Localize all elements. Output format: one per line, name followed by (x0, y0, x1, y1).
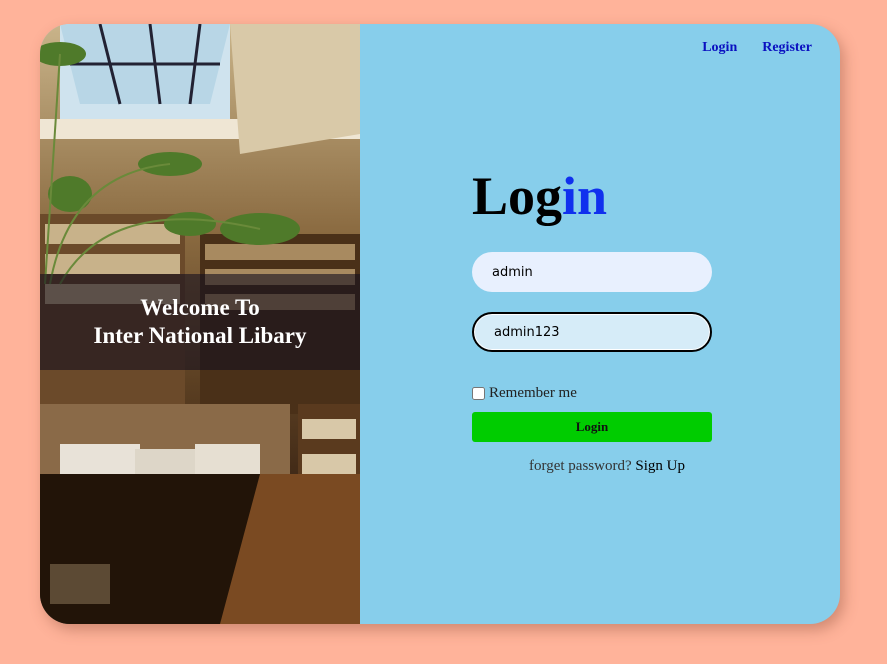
page-title: Login (472, 166, 607, 226)
sign-up-link[interactable]: Sign Up (635, 458, 685, 474)
remember-checkbox[interactable] (472, 387, 485, 400)
nav-register-link[interactable]: Register (762, 40, 812, 56)
title-part-black: Log (472, 166, 563, 226)
login-button[interactable]: Login (472, 412, 712, 442)
footer-links: forget password? Sign Up (529, 458, 685, 475)
remember-me[interactable]: Remember me (472, 385, 577, 402)
top-nav: Login Register (702, 40, 812, 56)
welcome-line1: Welcome To (140, 295, 260, 320)
username-input[interactable] (472, 252, 712, 292)
forget-password-link[interactable]: forget password? (529, 458, 632, 474)
nav-login-link[interactable]: Login (702, 40, 737, 56)
welcome-banner: Welcome To Inter National Libary (40, 274, 360, 370)
title-part-blue: in (562, 166, 608, 226)
welcome-line2: Inter National Libary (93, 323, 307, 348)
remember-label: Remember me (489, 385, 577, 401)
password-input[interactable] (472, 312, 712, 352)
login-card: Welcome To Inter National Libary Login R… (40, 24, 840, 624)
library-photo: Welcome To Inter National Libary (40, 24, 360, 624)
